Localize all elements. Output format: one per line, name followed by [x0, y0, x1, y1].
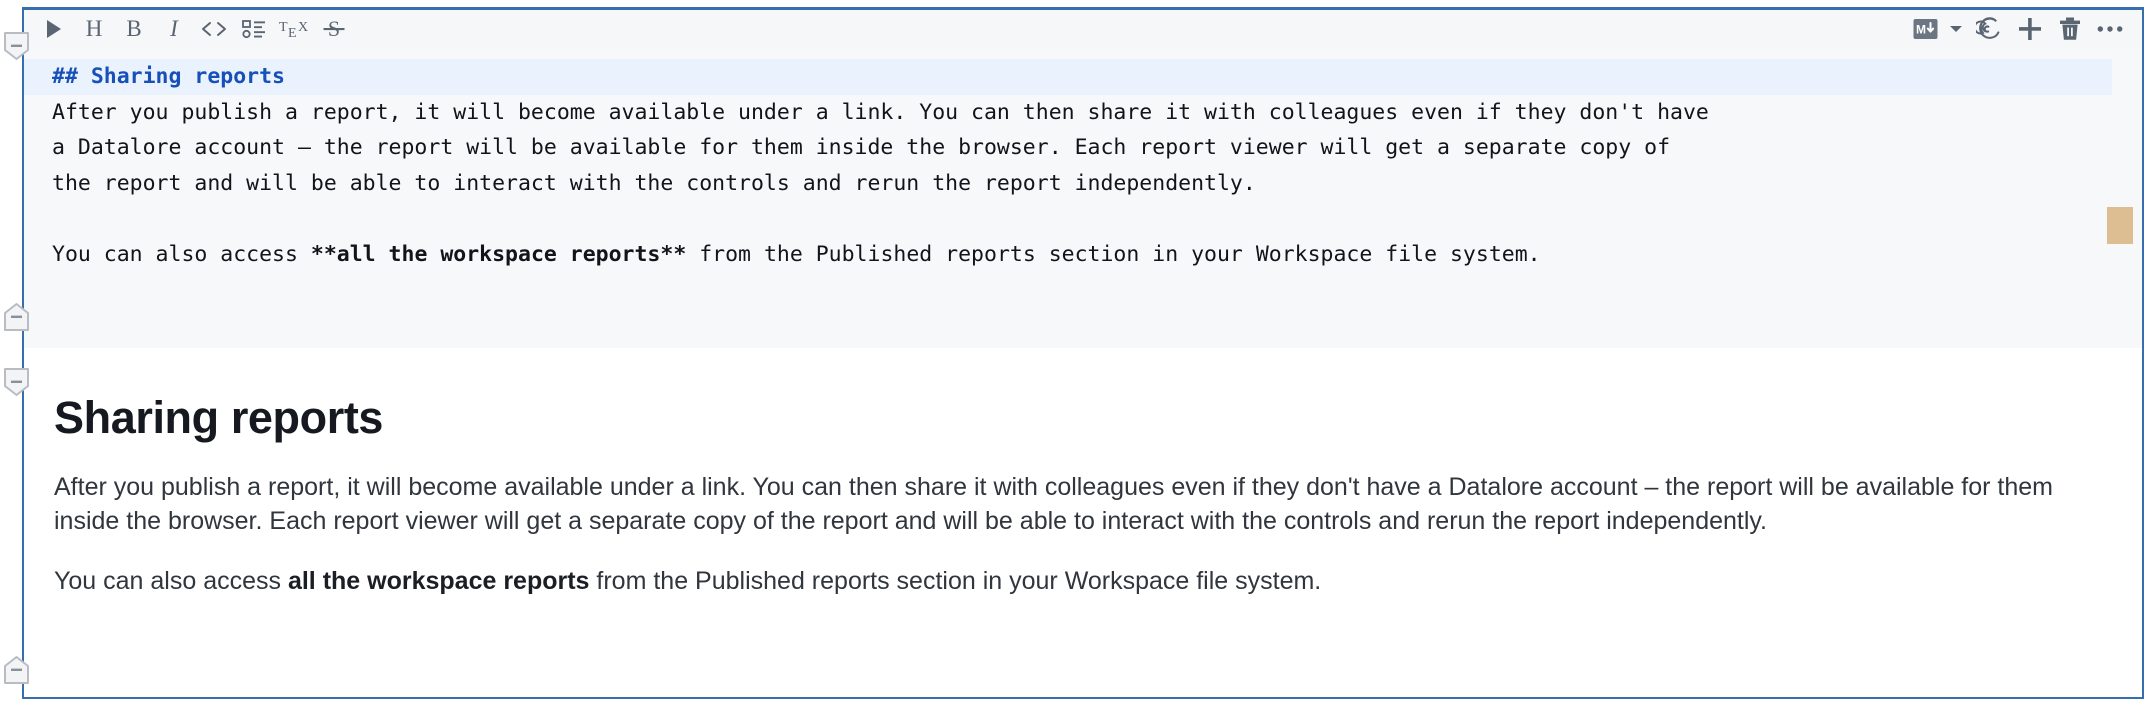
italic-i-icon: I	[163, 17, 185, 41]
source-line-segment: from the Published reports section in yo…	[686, 241, 1541, 267]
markdown-source-editor[interactable]: ## Sharing reports After you publish a re…	[24, 49, 2142, 348]
strikethrough-button[interactable]: S	[314, 12, 354, 46]
fold-marker-output-start[interactable]	[3, 367, 30, 397]
cell-type-dropdown[interactable]: M	[1906, 12, 1970, 46]
svg-text:I: I	[169, 17, 179, 41]
cell-toolbar: H B I T E X S M	[24, 9, 2142, 49]
source-line[interactable]	[24, 201, 2142, 237]
source-line-segment: the report and will be able to interact …	[52, 170, 1256, 196]
svg-text:H: H	[86, 17, 103, 41]
datalore-logo-button[interactable]	[1970, 12, 2010, 46]
svg-text:E: E	[288, 26, 297, 40]
fold-chevron-icon	[4, 303, 29, 331]
source-line-segment: You can also access	[52, 241, 311, 267]
bulleted-list-icon	[242, 19, 266, 39]
svg-text:M: M	[1916, 23, 1926, 37]
source-line[interactable]: ## Sharing reports	[24, 59, 2112, 95]
trash-icon	[2058, 16, 2082, 42]
source-line[interactable]: You can also access **all the workspace …	[24, 237, 2142, 273]
source-line[interactable]: the report and will be able to interact …	[24, 166, 2142, 202]
cell-toolbar-right-group: M	[1906, 12, 2130, 46]
output-heading: Sharing reports	[54, 392, 384, 443]
delete-cell-button[interactable]	[2050, 12, 2090, 46]
output-text: After you publish a report, it will beco…	[54, 473, 2053, 535]
fold-marker-source-end[interactable]	[3, 302, 30, 332]
output-text: from the Published reports section in yo…	[589, 567, 1322, 595]
svg-text:B: B	[126, 17, 141, 41]
italic-button[interactable]: I	[154, 12, 194, 46]
source-line-segment: **all the workspace reports**	[310, 241, 687, 267]
bold-b-icon: B	[123, 17, 145, 41]
markdown-cell[interactable]: H B I T E X S M ## Sharing reports After…	[0, 0, 2156, 718]
play-icon	[44, 18, 64, 40]
run-cell-button[interactable]	[34, 12, 74, 46]
output-text: You can also access	[54, 567, 288, 595]
latex-button[interactable]: T E X	[274, 12, 314, 46]
strikethrough-s-icon: S	[322, 17, 346, 41]
markdown-badge-icon: M	[1913, 18, 1941, 40]
source-line-segment: ## Sharing reports	[52, 64, 285, 89]
svg-text:X: X	[298, 20, 308, 35]
fold-marker-output-end[interactable]	[3, 655, 30, 685]
source-line[interactable]: a Datalore account — the report will be …	[24, 130, 2142, 166]
fold-marker-source-start[interactable]	[3, 31, 30, 61]
more-options-button[interactable]	[2090, 12, 2130, 46]
svg-text:T: T	[279, 20, 288, 35]
list-button[interactable]	[234, 12, 274, 46]
heading-h-icon: H	[83, 17, 105, 41]
fold-chevron-icon	[4, 656, 29, 684]
chevron-down-icon	[1949, 24, 1963, 34]
ellipsis-icon	[2097, 25, 2123, 33]
output-paragraph-2: You can also access all the workspace re…	[54, 538, 2112, 598]
heading-button[interactable]: H	[74, 12, 114, 46]
plus-icon	[2017, 16, 2043, 42]
code-button[interactable]	[194, 12, 234, 46]
source-line[interactable]: After you publish a report, it will beco…	[24, 95, 2142, 131]
tex-icon: T E X	[278, 18, 310, 40]
output-paragraph-1: After you publish a report, it will beco…	[54, 444, 2112, 538]
source-line-list: ## Sharing reports After you publish a re…	[24, 59, 2142, 272]
cell-toolbar-left-group: H B I T E X S	[34, 12, 354, 46]
source-line-segment: a Datalore account — the report will be …	[52, 135, 1671, 160]
output-bold-text: all the workspace reports	[287, 567, 590, 595]
markdown-rendered-output: Sharing reports After you publish a repo…	[24, 348, 2142, 697]
add-cell-button[interactable]	[2010, 12, 2050, 46]
fold-chevron-icon	[4, 368, 29, 396]
fold-chevron-icon	[4, 32, 29, 60]
bold-button[interactable]: B	[114, 12, 154, 46]
code-brackets-icon	[201, 19, 227, 39]
source-line-segment: After you publish a report, it will beco…	[52, 99, 1709, 125]
spiral-icon	[1976, 15, 2004, 43]
inline-annotation-marker[interactable]	[2107, 207, 2133, 244]
